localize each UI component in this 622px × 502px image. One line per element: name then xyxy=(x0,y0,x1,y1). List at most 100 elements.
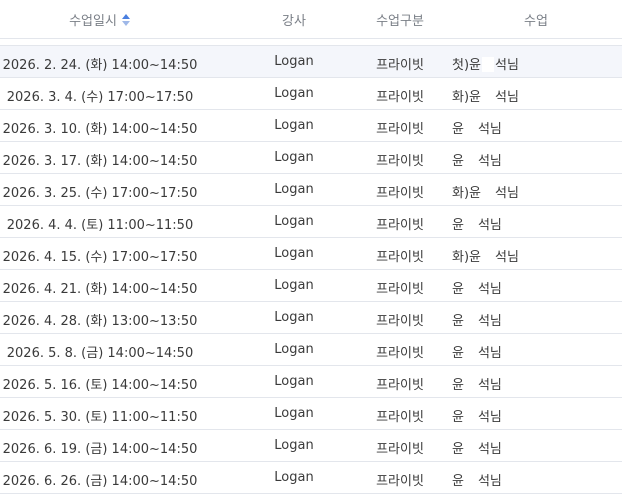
row-class-type: 프라이빗 xyxy=(376,186,424,201)
column-header-type: 수업구분 xyxy=(376,14,424,29)
redaction-mask xyxy=(482,185,494,200)
row-class-suffix: 석님 xyxy=(477,154,502,169)
row-class-suffix: 석님 xyxy=(477,410,502,425)
row-date: 2026. 6. 19. (금) 14:00~14:50 xyxy=(2,442,198,457)
table-row[interactable]: 2026. 2. 24. (화) 14:00~14:50 Logan 프라이빗 첫)윤… xyxy=(0,46,622,78)
row-class-prefix: 윤 xyxy=(452,346,464,361)
row-class-prefix: 윤 xyxy=(452,378,464,393)
row-teacher: Logan xyxy=(274,118,314,133)
table-row[interactable]: 2026. 3. 25. (수) 17:00~17:50 Logan 프라이빗 화)윤… xyxy=(0,174,622,206)
row-teacher: Logan xyxy=(274,86,314,101)
table-row[interactable]: 2026. 5. 8. (금) 14:00~14:50 Logan 프라이빗 윤 석님 xyxy=(0,334,622,366)
redaction-mask xyxy=(464,409,477,424)
row-teacher: Logan xyxy=(274,214,314,229)
redaction-mask xyxy=(464,281,477,296)
row-date: 2026. 3. 25. (수) 17:00~17:50 xyxy=(2,186,198,201)
column-header-class: 수업 xyxy=(524,14,548,29)
row-class-suffix: 석님 xyxy=(477,474,502,489)
redaction-mask xyxy=(464,121,477,136)
table-row[interactable]: 2026. 6. 19. (금) 14:00~14:50 Logan 프라이빗 윤 석님 xyxy=(0,430,622,462)
row-class-prefix: 윤 xyxy=(452,218,464,233)
row-class-prefix: 윤 xyxy=(452,154,464,169)
row-class-type: 프라이빗 xyxy=(376,378,424,393)
row-class-type: 프라이빗 xyxy=(376,314,424,329)
table-body: 2026. 2. 24. (화) 14:00~14:50 Logan 프라이빗 첫)윤… xyxy=(0,46,622,494)
row-class-suffix: 석님 xyxy=(477,122,502,137)
class-schedule-table: 수업일시 강사 수업구분 수업 2026. 2. 24. (화) 14:00~1… xyxy=(0,0,622,494)
redaction-mask xyxy=(464,377,477,392)
row-class-suffix: 석님 xyxy=(495,58,519,73)
redaction-mask xyxy=(464,217,477,232)
row-teacher: Logan xyxy=(274,470,314,485)
table-row[interactable]: 2026. 5. 30. (토) 11:00~11:50 Logan 프라이빗 윤 석님 xyxy=(0,398,622,430)
row-class-type: 프라이빗 xyxy=(376,250,424,265)
row-class-prefix: 윤 xyxy=(452,474,464,489)
table-row[interactable]: 2026. 3. 10. (화) 14:00~14:50 Logan 프라이빗 윤 석님 xyxy=(0,110,622,142)
row-class-prefix: 화)윤 xyxy=(452,250,481,265)
row-teacher: Logan xyxy=(274,406,314,421)
row-class-prefix: 윤 xyxy=(452,282,464,297)
row-teacher: Logan xyxy=(274,182,314,197)
redaction-mask xyxy=(482,57,494,72)
table-row[interactable]: 2026. 4. 28. (화) 13:00~13:50 Logan 프라이빗 윤 석님 xyxy=(0,302,622,334)
header-spacer xyxy=(0,39,622,46)
row-class-name: 윤 석님 xyxy=(452,406,612,425)
row-class-prefix: 첫)윤 xyxy=(452,58,481,73)
row-class-name: 윤 석님 xyxy=(452,278,612,297)
redaction-mask xyxy=(464,441,477,456)
row-class-name: 윤 석님 xyxy=(452,342,612,361)
row-class-prefix: 윤 xyxy=(452,410,464,425)
row-class-type: 프라이빗 xyxy=(376,154,424,169)
row-class-name: 윤 석님 xyxy=(452,310,612,329)
table-header: 수업일시 강사 수업구분 수업 xyxy=(0,0,622,39)
row-class-name: 윤 석님 xyxy=(452,150,612,169)
row-class-suffix: 석님 xyxy=(477,314,502,329)
table-row[interactable]: 2026. 3. 4. (수) 17:00~17:50 Logan 프라이빗 화)윤 석… xyxy=(0,78,622,110)
row-class-type: 프라이빗 xyxy=(376,90,424,105)
row-teacher: Logan xyxy=(274,54,314,69)
row-date: 2026. 4. 15. (수) 17:00~17:50 xyxy=(2,250,198,265)
row-class-type: 프라이빗 xyxy=(376,218,424,233)
row-class-name: 화)윤 석님 xyxy=(452,86,612,105)
row-date: 2026. 3. 10. (화) 14:00~14:50 xyxy=(2,122,198,137)
sort-icon[interactable] xyxy=(121,14,131,26)
row-class-type: 프라이빗 xyxy=(376,410,424,425)
row-date: 2026. 6. 26. (금) 14:00~14:50 xyxy=(2,474,198,489)
row-date: 2026. 4. 21. (화) 14:00~14:50 xyxy=(2,282,198,297)
row-class-type: 프라이빗 xyxy=(376,282,424,297)
row-teacher: Logan xyxy=(274,374,314,389)
table-row[interactable]: 2026. 4. 4. (토) 11:00~11:50 Logan 프라이빗 윤 석님 xyxy=(0,206,622,238)
table-row[interactable]: 2026. 3. 17. (화) 14:00~14:50 Logan 프라이빗 윤 석님 xyxy=(0,142,622,174)
row-class-suffix: 석님 xyxy=(477,378,502,393)
redaction-mask xyxy=(482,89,494,104)
row-class-suffix: 석님 xyxy=(477,282,502,297)
column-header-date-label: 수업일시 xyxy=(69,14,117,29)
row-teacher: Logan xyxy=(274,278,314,293)
table-row[interactable]: 2026. 5. 16. (토) 14:00~14:50 Logan 프라이빗 윤 석님 xyxy=(0,366,622,398)
table-row[interactable]: 2026. 4. 15. (수) 17:00~17:50 Logan 프라이빗 화)윤… xyxy=(0,238,622,270)
row-date: 2026. 5. 8. (금) 14:00~14:50 xyxy=(6,346,194,361)
row-teacher: Logan xyxy=(274,438,314,453)
column-header-teacher: 강사 xyxy=(282,14,306,29)
column-header-date[interactable]: 수업일시 xyxy=(0,10,200,29)
row-class-name: 윤 석님 xyxy=(452,118,612,137)
row-class-name: 윤 석님 xyxy=(452,438,612,457)
row-class-suffix: 석님 xyxy=(495,250,519,265)
row-date: 2026. 4. 4. (토) 11:00~11:50 xyxy=(6,218,194,233)
row-class-suffix: 석님 xyxy=(477,346,502,361)
row-teacher: Logan xyxy=(274,310,314,325)
row-class-name: 첫)윤 석님 xyxy=(452,54,612,73)
row-class-prefix: 윤 xyxy=(452,122,464,137)
row-class-type: 프라이빗 xyxy=(376,122,424,137)
row-date: 2026. 5. 30. (토) 11:00~11:50 xyxy=(2,410,198,425)
row-class-name: 화)윤 석님 xyxy=(452,182,612,201)
row-class-suffix: 석님 xyxy=(477,218,502,233)
table-row[interactable]: 2026. 6. 26. (금) 14:00~14:50 Logan 프라이빗 윤 석님 xyxy=(0,462,622,494)
row-class-prefix: 윤 xyxy=(452,314,464,329)
row-class-name: 화)윤 석님 xyxy=(452,246,612,265)
row-teacher: Logan xyxy=(274,246,314,261)
row-class-suffix: 석님 xyxy=(495,186,519,201)
table-row[interactable]: 2026. 4. 21. (화) 14:00~14:50 Logan 프라이빗 윤 석님 xyxy=(0,270,622,302)
row-date: 2026. 4. 28. (화) 13:00~13:50 xyxy=(2,314,198,329)
row-date: 2026. 3. 17. (화) 14:00~14:50 xyxy=(2,154,198,169)
